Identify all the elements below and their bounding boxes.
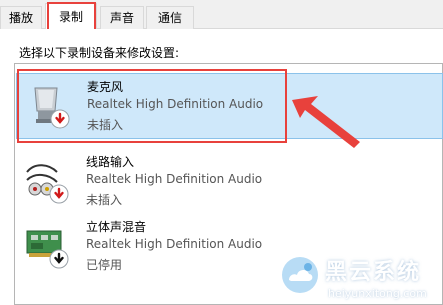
watermark-title: 黑云系统 bbox=[325, 260, 422, 285]
line-in-icon bbox=[26, 164, 69, 204]
tab-playback[interactable]: 播放 bbox=[0, 6, 42, 29]
instruction-text: 选择以下录制设备来修改设置: bbox=[19, 46, 180, 60]
device-status: 未插入 bbox=[87, 118, 124, 132]
tab-sounds[interactable]: 声音 bbox=[100, 6, 144, 29]
device-name: 立体声混音 bbox=[86, 220, 147, 234]
microphone-icon bbox=[34, 87, 70, 129]
device-description: Realtek High Definition Audio bbox=[86, 172, 263, 186]
device-description: Realtek High Definition Audio bbox=[87, 97, 264, 111]
cloud-logo-icon bbox=[282, 257, 318, 293]
tab-bar: 播放 录制 声音 通信 bbox=[0, 0, 443, 30]
device-description: Realtek High Definition Audio bbox=[86, 237, 263, 251]
device-item-line-in[interactable]: 线路输入 Realtek High Definition Audio 未插入 bbox=[16, 149, 443, 215]
device-status: 已停用 bbox=[86, 258, 123, 272]
watermark-url: heiyunxitong.com bbox=[328, 287, 427, 300]
tab-recording[interactable]: 录制 bbox=[45, 3, 97, 30]
watermark: 黑云系统 heiyunxitong.com bbox=[278, 254, 443, 305]
tab-communications[interactable]: 通信 bbox=[146, 6, 194, 29]
device-status: 未插入 bbox=[86, 193, 123, 207]
stereo-mix-icon bbox=[26, 230, 69, 269]
device-item-microphone[interactable]: 麦克风 Realtek High Definition Audio 未插入 bbox=[16, 73, 443, 139]
device-name: 线路输入 bbox=[86, 155, 135, 169]
device-name: 麦克风 bbox=[87, 80, 124, 94]
